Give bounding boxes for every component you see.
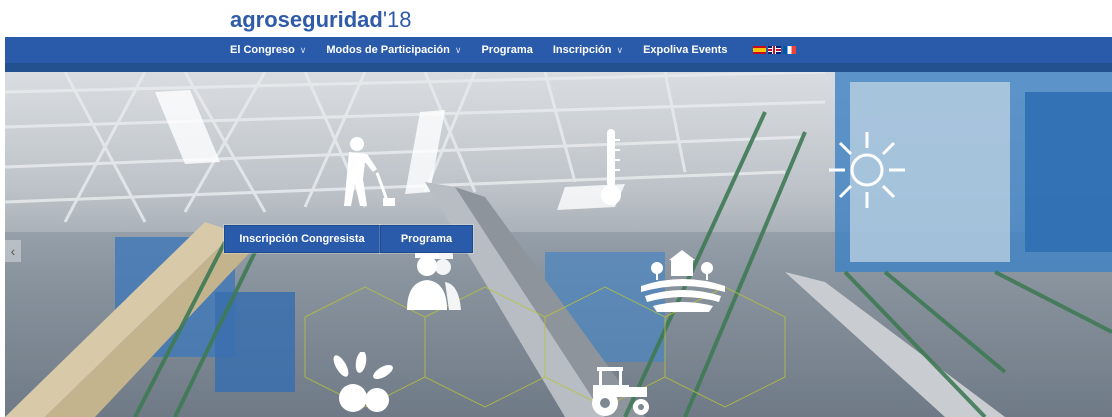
- header: agroseguridad'18: [0, 0, 1112, 37]
- farm-field-icon: [641, 250, 725, 312]
- worker-icon: [344, 137, 395, 206]
- nav-item-label: Expoliva Events: [643, 44, 728, 56]
- flag-france-icon[interactable]: [783, 46, 797, 54]
- hero-slider: ‹ Inscripción Congresista Programa: [5, 72, 1112, 417]
- slider-prev-arrow[interactable]: ‹: [5, 240, 21, 262]
- chevron-down-icon: ∨: [299, 44, 307, 55]
- nav-item-label: El Congreso: [230, 44, 295, 56]
- nav-item-label: Inscripción: [552, 44, 612, 56]
- workers-group-icon: [407, 248, 461, 310]
- sun-icon: [829, 132, 905, 208]
- chevron-down-icon: ∨: [616, 44, 624, 55]
- programa-button[interactable]: Programa: [380, 225, 473, 253]
- thermometer-icon: [601, 129, 621, 205]
- nav-item-label: Modos de Participación: [326, 44, 450, 56]
- nav-item-expoliva-events[interactable]: Expoliva Events: [643, 44, 727, 56]
- chevron-down-icon: ∨: [454, 44, 462, 55]
- nav-menu: El Congreso ∨ Modos de Participación ∨ P…: [230, 37, 798, 63]
- nav-item-el-congreso[interactable]: El Congreso ∨: [230, 44, 306, 56]
- nav-item-modos-participacion[interactable]: Modos de Participación ∨: [326, 44, 461, 56]
- logo-year: '18: [382, 7, 412, 32]
- tractor-icon: [592, 367, 649, 416]
- main-navbar: El Congreso ∨ Modos de Participación ∨ P…: [5, 37, 1112, 72]
- flag-uk-icon[interactable]: [768, 46, 782, 54]
- olives-icon: [333, 352, 393, 412]
- inscripcion-congresista-button[interactable]: Inscripción Congresista: [224, 225, 380, 253]
- nav-item-inscripcion[interactable]: Inscripción ∨: [553, 44, 623, 56]
- logo-brand: agroseguridad: [230, 7, 383, 32]
- language-switcher: [753, 46, 798, 54]
- nav-item-programa[interactable]: Programa: [481, 44, 532, 56]
- flag-spain-icon[interactable]: [753, 46, 767, 54]
- site-logo[interactable]: agroseguridad'18: [230, 8, 411, 32]
- nav-item-label: Programa: [481, 44, 533, 56]
- hero-background-image: [5, 72, 1112, 417]
